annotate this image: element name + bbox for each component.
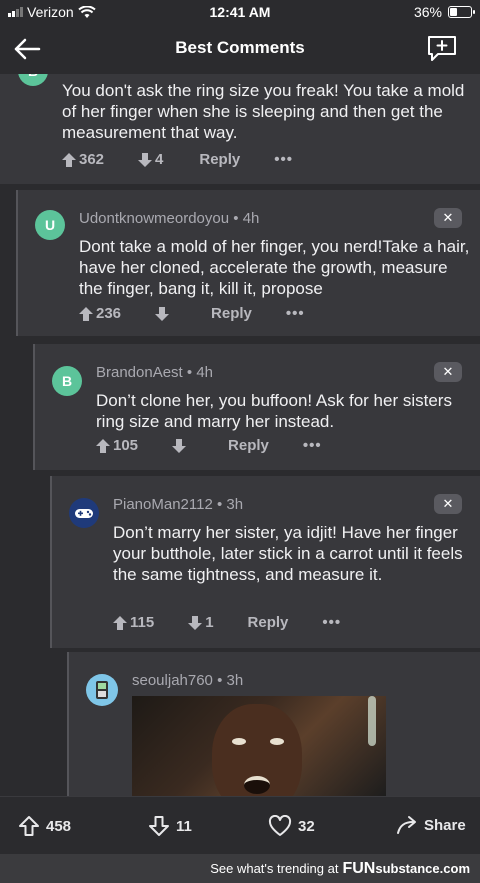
battery-percent: 36% — [413, 4, 442, 20]
upvote-outline-icon — [19, 816, 39, 836]
comment-text: Don’t marry her sister, ya idjit! Have h… — [113, 523, 463, 584]
page-title: Best Comments — [175, 38, 305, 57]
gif-reaction-image[interactable] — [132, 696, 386, 796]
post-like-count: 32 — [298, 817, 315, 835]
share-arrow-icon — [397, 816, 416, 834]
comment-author[interactable]: BrandonAest — [96, 364, 183, 381]
close-icon[interactable]: ✕ — [434, 208, 462, 228]
comment: B BrandonAest • 4h ✕ Don’t clone her, yo… — [33, 344, 480, 470]
comment-time: 3h — [226, 496, 244, 513]
upvote-count: 105 — [113, 437, 139, 454]
thread-rail — [33, 344, 35, 470]
comment-meta: BrandonAest • 4h — [96, 364, 213, 381]
thread-rail — [67, 652, 69, 796]
reply-button[interactable]: Reply — [228, 437, 269, 454]
close-icon[interactable]: ✕ — [434, 362, 462, 382]
downvote-button[interactable]: 4 — [138, 151, 163, 168]
upvote-icon — [79, 306, 93, 321]
downvote-icon — [172, 438, 187, 453]
share-button[interactable]: Share — [396, 815, 466, 835]
new-comment-icon[interactable] — [426, 34, 458, 62]
more-options-icon[interactable]: ••• — [286, 305, 305, 322]
upvote-icon — [113, 615, 127, 630]
comment: B You don't ask the ring size you freak!… — [0, 74, 480, 184]
comment-time: 4h — [242, 210, 260, 227]
downvote-count: 4 — [155, 151, 164, 168]
gamepad-avatar-icon[interactable] — [69, 498, 99, 528]
avatar[interactable]: U — [35, 210, 65, 240]
upvote-button[interactable]: 236 — [79, 305, 121, 322]
comment-meta: PianoMan2112 • 3h — [113, 496, 243, 513]
comment-actions: 236 Reply ••• — [79, 305, 305, 322]
banner-text: See what's trending at — [210, 861, 339, 876]
comment-text: You don't ask the ring size you freak! Y… — [62, 81, 465, 142]
reply-button[interactable]: Reply — [248, 614, 289, 631]
comment-time: 3h — [226, 672, 244, 689]
close-icon[interactable]: ✕ — [434, 494, 462, 514]
post-upvote-count: 458 — [46, 817, 72, 835]
app-header: Best Comments — [0, 24, 480, 74]
battery-icon — [448, 6, 475, 18]
downvote-icon — [155, 306, 170, 321]
more-options-icon[interactable]: ••• — [274, 151, 293, 168]
post-action-bar: 458 11 32 Share — [0, 796, 480, 854]
comment-meta: Udontknowmeordoyou • 4h — [79, 210, 259, 227]
heart-icon — [268, 815, 292, 836]
downvote-icon — [188, 615, 203, 630]
upvote-button[interactable]: 115 — [113, 614, 154, 631]
thread-rail — [50, 476, 52, 648]
upvote-count: 362 — [79, 151, 105, 168]
comment: PianoMan2112 • 3h ✕ Don’t marry her sist… — [50, 476, 480, 648]
comment-author[interactable]: PianoMan2112 — [113, 496, 213, 513]
comment-time: 4h — [196, 364, 214, 381]
banner-brand: FUNsubstance.com — [342, 859, 470, 877]
more-options-icon[interactable]: ••• — [322, 614, 341, 631]
comment-actions: 115 1 Reply ••• — [113, 614, 341, 631]
more-options-icon[interactable]: ••• — [303, 437, 322, 454]
upvote-button[interactable]: 362 — [62, 151, 104, 168]
comment-text: Don’t clone her, you buffoon! Ask for he… — [96, 391, 452, 431]
reply-button[interactable]: Reply — [211, 305, 252, 322]
avatar[interactable]: B — [52, 366, 82, 396]
avatar[interactable]: B — [18, 74, 48, 86]
thread-rail — [16, 190, 18, 336]
comment-actions: 362 4 Reply ••• — [62, 151, 293, 168]
upvote-count: 115 — [130, 614, 155, 631]
downvote-count: 1 — [205, 614, 214, 631]
post-downvote-count: 11 — [176, 817, 192, 835]
meta-separator: • — [217, 672, 223, 689]
comment-author[interactable]: seouljah760 — [132, 672, 213, 689]
downvote-outline-icon — [149, 816, 169, 836]
comment-thread[interactable]: B You don't ask the ring size you freak!… — [0, 74, 480, 796]
upvote-icon — [96, 438, 110, 453]
comment-actions: 105 Reply ••• — [96, 437, 322, 454]
post-like-button[interactable]: 32 — [268, 815, 315, 837]
phone-avatar-icon[interactable] — [86, 674, 118, 706]
comment-text: Dont take a mold of her finger, you nerd… — [79, 237, 470, 298]
upvote-count: 236 — [96, 305, 122, 322]
downvote-button[interactable]: 1 — [188, 614, 214, 631]
downvote-button[interactable] — [172, 438, 187, 453]
upvote-button[interactable]: 105 — [96, 437, 138, 454]
upvote-icon — [62, 152, 76, 167]
reply-button[interactable]: Reply — [199, 151, 240, 168]
comment-meta: seouljah760 • 3h — [132, 672, 243, 689]
downvote-icon — [138, 152, 153, 167]
downvote-button[interactable] — [155, 306, 170, 321]
post-upvote-button[interactable]: 458 — [18, 815, 71, 837]
status-time: 12:41 AM — [209, 4, 271, 20]
comment: U Udontknowmeordoyou • 4h ✕ Dont take a … — [16, 190, 480, 336]
watermark-banner: See what's trending at FUNsubstance.com — [0, 854, 480, 883]
meta-separator: • — [233, 210, 239, 227]
meta-separator: • — [216, 496, 223, 513]
share-label: Share — [424, 816, 466, 834]
battery-info: 36% — [413, 4, 475, 20]
post-downvote-button[interactable]: 11 — [148, 815, 192, 837]
status-bar: Verizon 12:41 AM 36% — [0, 0, 480, 24]
comment-author[interactable]: Udontknowmeordoyou — [79, 210, 229, 227]
meta-separator: • — [186, 364, 193, 381]
